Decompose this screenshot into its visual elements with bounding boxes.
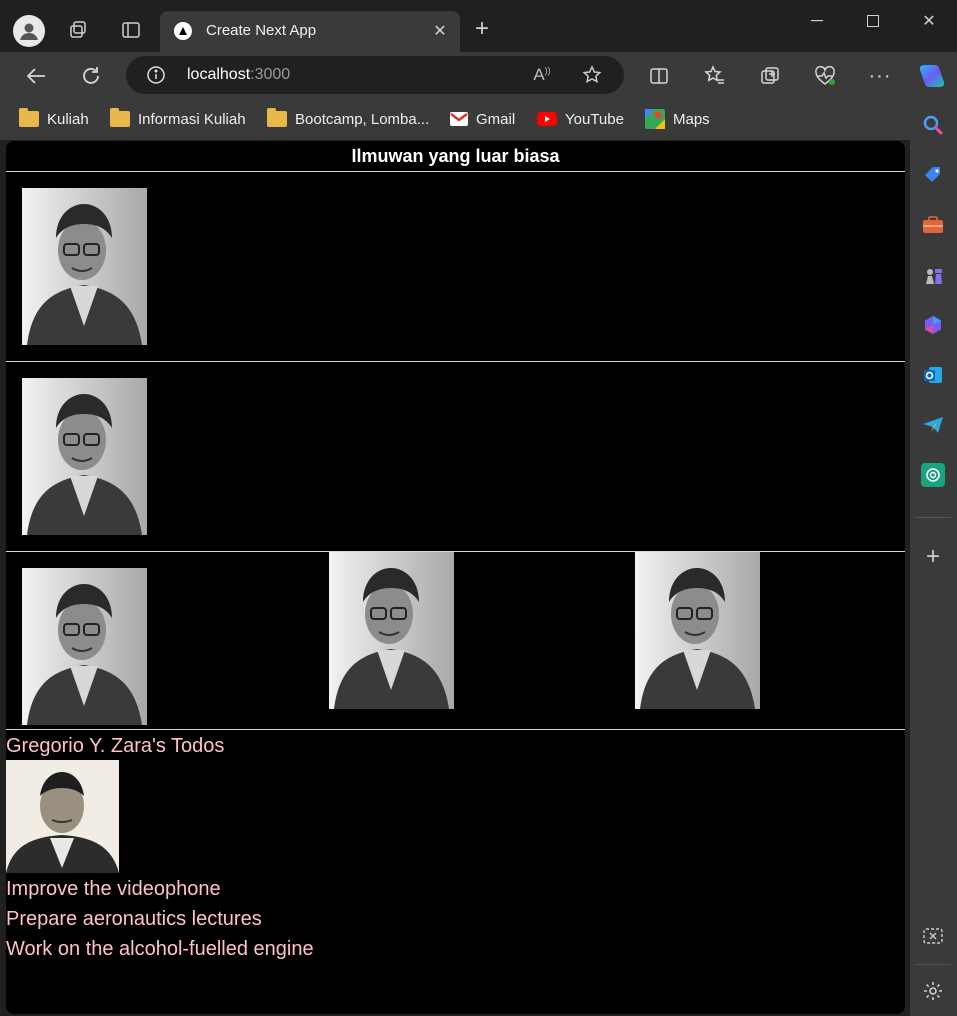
vertical-tabs-icon[interactable] [115, 14, 147, 46]
address-bar[interactable]: localhost:3000 A)) [126, 56, 624, 94]
minimize-icon[interactable] [802, 6, 832, 36]
site-info-icon[interactable] [146, 65, 166, 85]
outlook-icon[interactable] [920, 362, 946, 388]
games-chess-icon[interactable] [920, 262, 946, 288]
settings-gear-icon[interactable] [920, 978, 946, 1004]
bookmark-youtube[interactable]: YouTube [537, 108, 624, 130]
workspaces-icon[interactable] [62, 14, 94, 46]
refresh-icon[interactable] [76, 61, 106, 91]
window-close-icon[interactable]: ✕ [914, 6, 944, 36]
gmail-icon [450, 112, 468, 126]
scientist-photo [22, 378, 147, 535]
browser-essentials-icon[interactable] [810, 61, 840, 91]
todo-item: Work on the alcohol-fuelled engine [6, 938, 314, 960]
split-screen-icon[interactable] [644, 61, 674, 91]
collections-icon[interactable] [755, 61, 785, 91]
search-icon[interactable] [920, 112, 946, 138]
page-viewport: Ilmuwan yang luar biasa Gregorio Y. Zara… [6, 141, 905, 1014]
profile-avatar-icon[interactable] [13, 15, 45, 47]
tab-title: Create Next App [206, 22, 317, 39]
folder-icon [19, 108, 39, 127]
bookmarks-bar: Kuliah Informasi Kuliah Bootcamp, Lomba.… [0, 98, 910, 140]
add-sidebar-app-icon[interactable]: + [920, 543, 946, 570]
scientist-photo [22, 188, 147, 345]
todo-item: Improve the videophone [6, 878, 221, 900]
new-tab-icon[interactable]: + [470, 17, 494, 42]
nextjs-favicon-icon [174, 22, 192, 40]
url-text: localhost:3000 [187, 66, 291, 83]
browser-toolbar: localhost:3000 A)) ··· [0, 52, 957, 98]
send-telegram-icon[interactable] [920, 412, 946, 438]
microsoft-365-icon[interactable] [920, 312, 946, 338]
bookmark-kuliah[interactable]: Kuliah [19, 108, 89, 130]
sidebar-divider [915, 517, 951, 518]
scientist-photo [635, 552, 760, 709]
youtube-icon [537, 112, 557, 126]
divider [6, 551, 905, 552]
bookmark-informasi-kuliah[interactable]: Informasi Kuliah [110, 108, 246, 130]
shopping-tag-icon[interactable] [920, 162, 946, 188]
edge-sidebar: + [910, 98, 957, 1016]
scientist-photo [22, 568, 147, 725]
divider [6, 729, 905, 730]
chatgpt-icon[interactable] [920, 462, 946, 488]
scientist-photo [329, 552, 454, 709]
favorites-icon[interactable] [700, 61, 730, 91]
bookmark-bootcamp[interactable]: Bootcamp, Lomba... [267, 108, 429, 130]
folder-icon [267, 108, 287, 127]
maps-icon [645, 109, 665, 129]
screenshot-icon[interactable] [920, 923, 946, 949]
copilot-icon[interactable] [915, 61, 949, 91]
folder-icon [110, 108, 130, 127]
bookmark-gmail[interactable]: Gmail [450, 108, 515, 130]
read-aloud-icon[interactable]: A)) [527, 60, 557, 90]
divider [6, 361, 905, 362]
close-tab-icon[interactable]: ✕ [430, 21, 450, 41]
maximize-icon[interactable] [858, 6, 888, 36]
page-title: Ilmuwan yang luar biasa [351, 146, 560, 166]
bookmark-maps[interactable]: Maps [645, 108, 710, 130]
tools-briefcase-icon[interactable] [920, 212, 946, 238]
favorite-star-icon[interactable] [577, 60, 607, 90]
more-options-icon[interactable]: ··· [865, 61, 895, 91]
back-icon[interactable] [21, 61, 51, 91]
todo-item: Prepare aeronautics lectures [6, 908, 262, 930]
zara-avatar [6, 760, 119, 873]
divider [6, 171, 905, 172]
tab-create-next-app[interactable]: Create Next App ✕ [160, 11, 460, 52]
tab-strip: Create Next App ✕ + ✕ [0, 0, 957, 52]
sidebar-divider [915, 964, 951, 965]
todos-heading: Gregorio Y. Zara's Todos [6, 735, 225, 757]
